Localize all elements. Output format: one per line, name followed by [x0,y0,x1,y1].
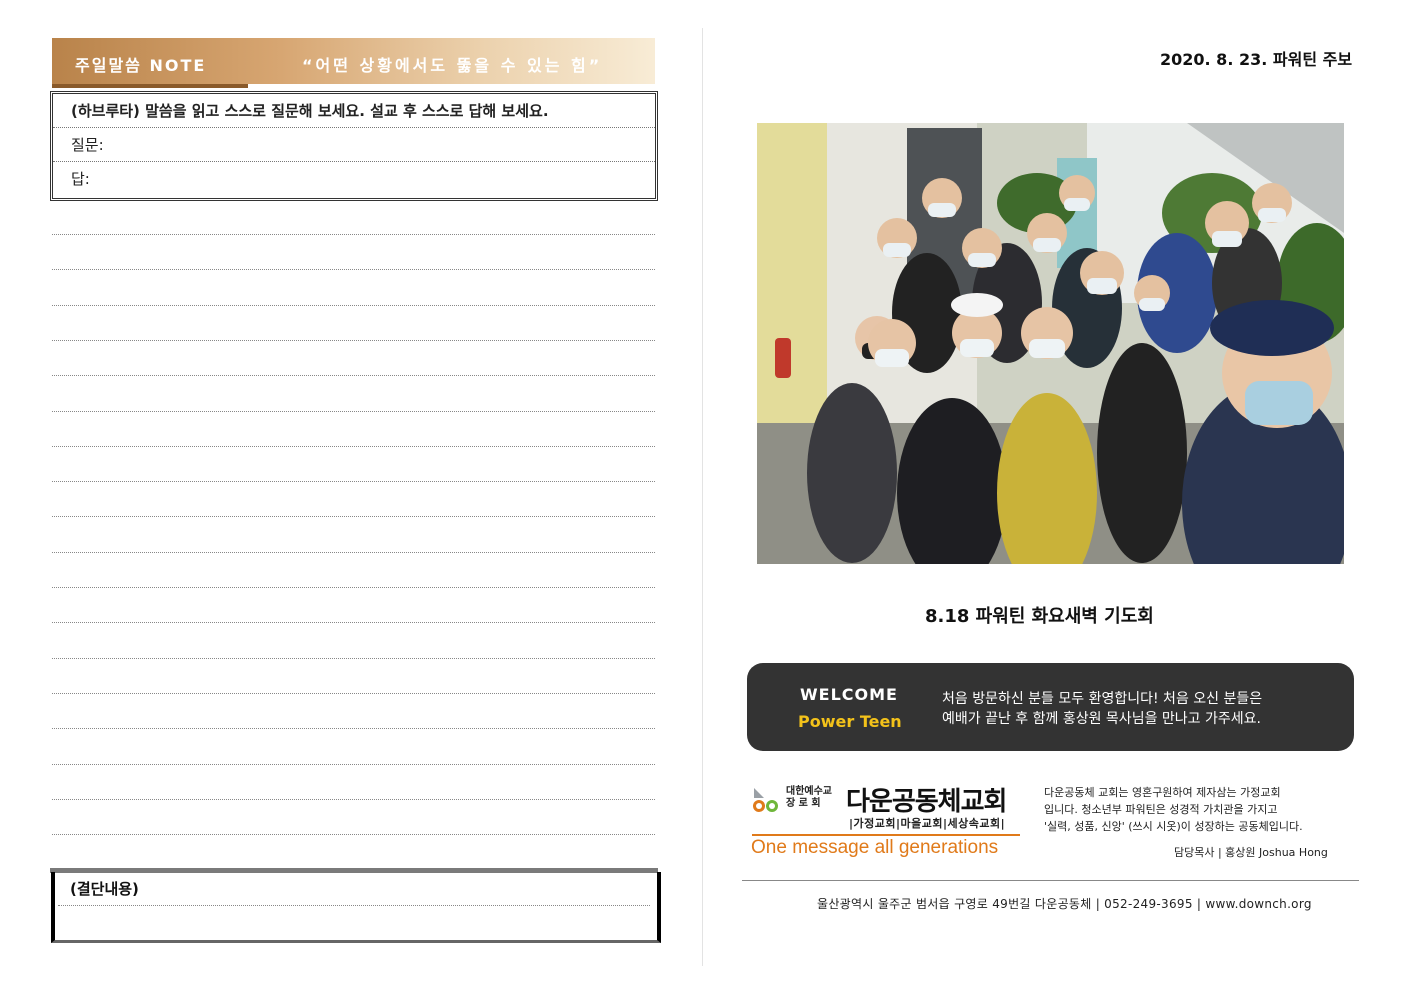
note-line[interactable] [52,728,655,729]
note-line[interactable] [52,834,655,835]
note-line[interactable] [52,340,655,341]
sermon-title: “어떤 상황에서도 뚫을 수 있는 힘” [302,56,603,75]
resolution-label: (결단내용) [70,880,139,898]
note-line[interactable] [52,446,655,447]
welcome-message: 처음 방문하신 분들 모두 환영합니다! 처음 오신 분들은 예배가 끝난 후 … [942,689,1262,729]
group-photo [757,123,1344,564]
note-line[interactable] [52,587,655,588]
photo-caption: 8.18 파워틴 화요새벽 기도회 [925,606,1154,627]
description-line: 입니다. 청소년부 파워틴은 성경적 가치관을 가지고 [1044,803,1278,816]
church-name: 다운공동체교회 [846,787,1007,817]
answer-field[interactable]: 답: [53,162,655,196]
note-banner-underline [52,84,248,88]
page-divider [702,28,703,966]
church-logo-icon [752,786,780,814]
denomination-label: 대한예수교 장 로 회 [786,786,842,810]
welcome-title: WELCOME [800,685,898,704]
church-description: 다운공동체 교회는 영혼구원하여 제자삼는 가정교회 입니다. 청소년부 파워틴… [1044,784,1303,835]
pastor-credit: 담당목사 | 홍상원 Joshua Hong [1174,846,1328,859]
footer-address: 울산광역시 울주군 범서읍 구영로 49번길 다운공동체 | 052-249-3… [817,897,1312,911]
footer-divider [742,880,1359,881]
welcome-subtitle: Power Teen [798,712,902,731]
qa-box: (하브루타) 말씀을 읽고 스스로 질문해 보세요. 설교 후 스스로 답해 보… [50,91,658,201]
note-line[interactable] [52,693,655,694]
qa-instruction: (하브루타) 말씀을 읽고 스스로 질문해 보세요. 설교 후 스스로 답해 보… [53,94,655,128]
note-line[interactable] [52,552,655,553]
welcome-message-line: 예배가 끝난 후 함께 홍상원 목사님을 만나고 가주세요. [942,711,1261,727]
resolution-line [58,905,650,906]
note-line[interactable] [52,622,655,623]
resolution-box[interactable] [51,872,661,943]
denomination-line: 장 로 회 [786,798,821,809]
note-line[interactable] [52,658,655,659]
note-line[interactable] [52,411,655,412]
note-line[interactable] [52,269,655,270]
description-line: 다운공동체 교회는 영혼구원하여 제자삼는 가정교회 [1044,786,1281,799]
group-photo-image [757,123,1344,564]
denomination-line: 대한예수교 [786,786,832,797]
description-line: '실력, 성품, 신앙' (쓰시 시옷)이 성장하는 공동체입니다. [1044,820,1303,833]
church-slogan: One message all generations [751,837,999,858]
note-line[interactable] [52,481,655,482]
note-line[interactable] [52,764,655,765]
note-line[interactable] [52,234,655,235]
welcome-message-line: 처음 방문하신 분들 모두 환영합니다! 처음 오신 분들은 [942,691,1263,707]
note-title: 주일말씀 NOTE [75,56,207,75]
note-line[interactable] [52,799,655,800]
question-field[interactable]: 질문: [53,128,655,162]
note-line[interactable] [52,305,655,306]
note-line[interactable] [52,516,655,517]
church-tags: |가정교회|마을교회|세상속교회| [849,817,1006,830]
logo-underline [752,834,1020,836]
issue-date: 2020. 8. 23. 파워틴 주보 [1160,50,1353,69]
note-line[interactable] [52,375,655,376]
